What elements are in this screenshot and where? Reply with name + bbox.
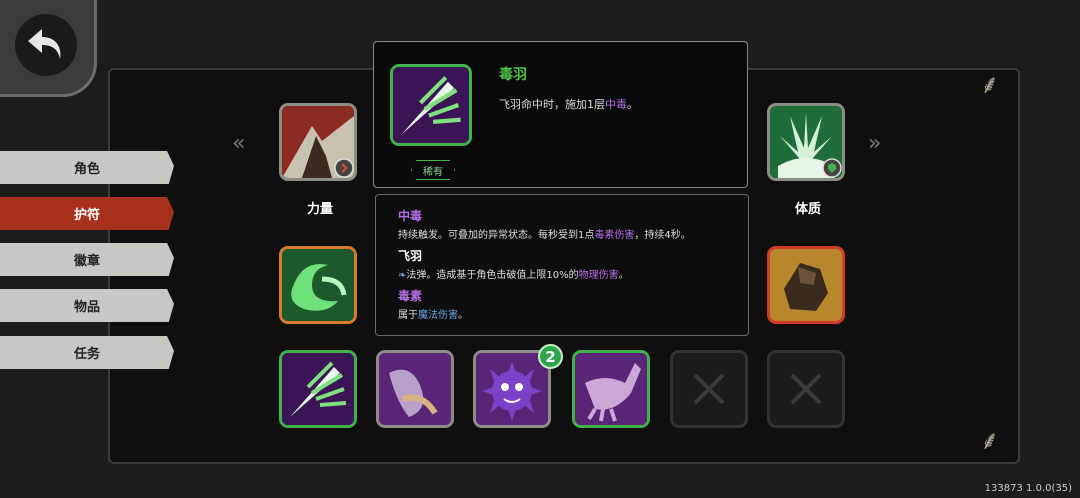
item-count-badge: 2 (538, 344, 563, 369)
toxin-damage-keyword: 毒素伤害 (594, 230, 635, 241)
feather-text-a: 法弹。造成基于角色击破值上限10%的 (406, 270, 579, 281)
inventory-slot-empty-2[interactable] (767, 350, 845, 428)
stat-strength-label: 力量 (306, 202, 333, 217)
constitution-icon (770, 106, 842, 178)
strength-slot[interactable] (279, 103, 357, 181)
version-label: 133873 1.0.0(35) (984, 483, 1072, 494)
wind-swirl-icon (282, 249, 354, 321)
constitution-slot[interactable] (767, 103, 845, 181)
rarity-tag: 稀有 (411, 160, 455, 180)
corner-ornament-icon: ⸙ (980, 426, 1000, 456)
amulet-slot-1[interactable] (279, 246, 357, 324)
poison-keyword: 中毒 (605, 98, 627, 111)
item-desc-end: 。 (627, 98, 638, 111)
item-description: 飞羽命中时，施加1层中毒。 (499, 96, 638, 112)
toxin-title: 毒素 (398, 289, 423, 303)
back-arrow-icon (15, 14, 77, 76)
poison-feather-icon (282, 353, 354, 425)
spiky-ball-icon (476, 353, 548, 425)
corner-ornament-icon: ⸙ (980, 70, 1000, 100)
corrupted-hand-icon (575, 353, 647, 425)
feather-text: ❧法弹。造成基于角色击破值上限10%的物理伤害。 (398, 266, 629, 281)
magic-damage-keyword: 魔法伤害 (418, 310, 458, 321)
toxin-text: 属于魔法伤害。 (398, 306, 468, 321)
item-tooltip: 稀有 毒羽 飞羽命中时，施加1层中毒。 (373, 41, 748, 188)
poison-text-a: 持续触发。可叠加的异常状态。每秒受到1点 (398, 230, 595, 241)
tab-character[interactable]: 角色 (0, 151, 174, 184)
feather-text-b: 。 (618, 270, 629, 281)
back-button[interactable] (0, 0, 97, 97)
toxin-text-b: 。 (458, 310, 468, 321)
rock-fist-icon (770, 249, 842, 321)
feather-title: 飞羽 (398, 249, 423, 263)
tab-amulet[interactable]: 护符 (0, 197, 174, 230)
keyword-details: 中毒 持续触发。可叠加的异常状态。每秒受到1点毒素伤害，持续4秒。 飞羽 ❧法弹… (375, 194, 749, 336)
inventory-slot-empty-1[interactable] (670, 350, 748, 428)
item-desc-text: 飞羽命中时，施加1层 (499, 98, 605, 111)
tab-badge[interactable]: 徽章 (0, 243, 174, 276)
inventory-slot-4[interactable] (572, 350, 650, 428)
poison-text: 持续触发。可叠加的异常状态。每秒受到1点毒素伤害，持续4秒。 (398, 226, 691, 241)
poison-text-b: ，持续4秒。 (634, 230, 691, 241)
toxin-text-a: 属于 (398, 310, 418, 321)
physical-damage-keyword: 物理伤害 (578, 270, 619, 281)
strength-icon (282, 106, 354, 178)
inventory-slot-1[interactable] (279, 350, 357, 428)
claw-icon (379, 353, 451, 425)
item-title: 毒羽 (499, 67, 527, 83)
next-page-icon[interactable]: » (868, 131, 881, 156)
inventory-slot-2[interactable] (376, 350, 454, 428)
tab-items[interactable]: 物品 (0, 289, 174, 322)
tab-quest[interactable]: 任务 (0, 336, 174, 369)
empty-x-icon (790, 373, 822, 405)
amulet-slot-4[interactable] (767, 246, 845, 324)
poison-feather-icon (390, 64, 472, 146)
prev-page-icon[interactable]: « (232, 131, 245, 156)
poison-title: 中毒 (398, 209, 423, 223)
empty-x-icon (693, 373, 725, 405)
stat-constitution-label: 体质 (794, 202, 821, 217)
